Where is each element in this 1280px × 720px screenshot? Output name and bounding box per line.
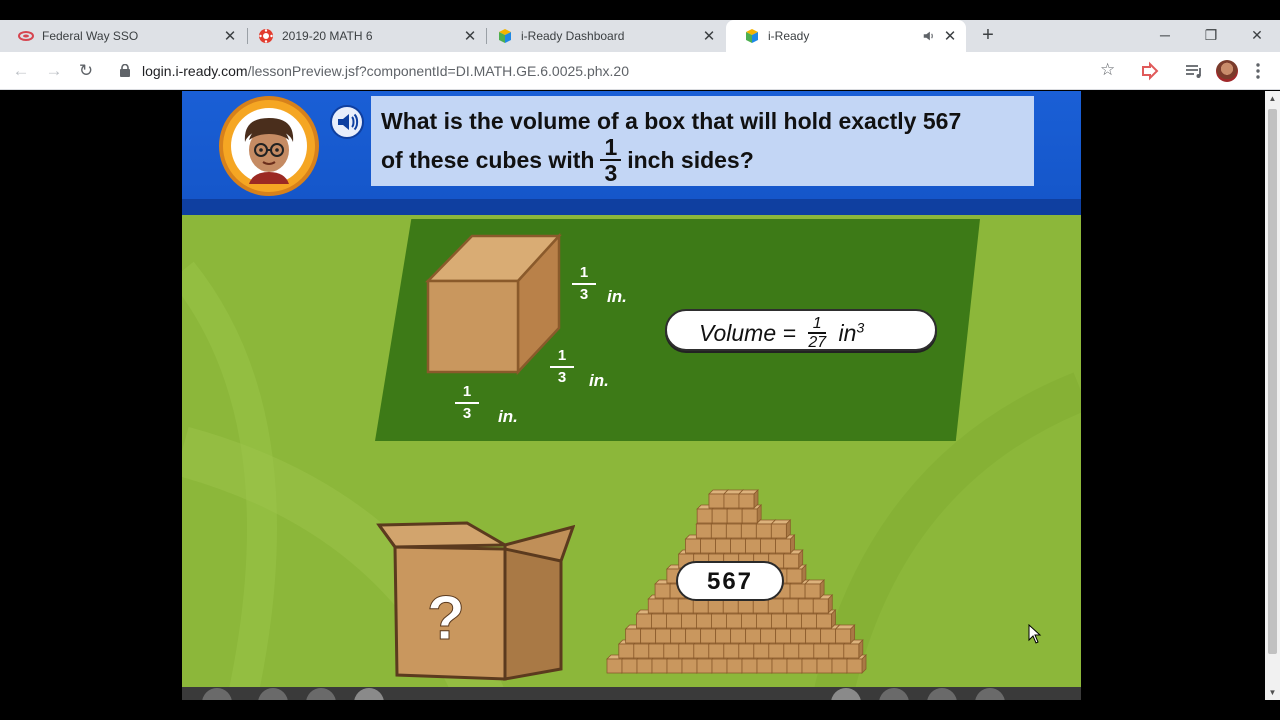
edge-unit: in. (589, 371, 609, 390)
tab-title: i-Ready Dashboard (521, 29, 625, 43)
window-close-button[interactable]: ✕ (1234, 24, 1280, 48)
fraction-denominator: 27 (808, 334, 827, 351)
url-text[interactable]: login.i-ready.com/lessonPreview.jsf?comp… (142, 63, 629, 79)
edge-fraction-width: 13 (455, 382, 479, 424)
tab-title: i-Ready (768, 29, 810, 43)
tab-close-icon[interactable]: ✕ (222, 27, 238, 45)
scroll-thumb[interactable] (1268, 109, 1277, 654)
sso-favicon-icon (18, 31, 34, 41)
fraction-numerator: 1 (455, 382, 479, 404)
tab-title: Federal Way SSO (42, 29, 139, 43)
mystery-box-illustration (376, 521, 575, 681)
fraction-numerator: 1 (600, 135, 622, 161)
small-cube (804, 579, 826, 599)
question-fraction: 13 (600, 135, 622, 186)
fraction-numerator: 1 (572, 263, 596, 285)
iready-favicon-icon (746, 29, 758, 43)
audio-replay-button[interactable] (330, 105, 364, 139)
tab-close-icon[interactable]: ✕ (942, 27, 958, 45)
fraction-numerator: 1 (550, 346, 574, 368)
question-mark: ? (427, 584, 466, 654)
question-text: inch sides? (627, 147, 754, 174)
cube-count-label: 567 (676, 561, 784, 601)
small-cube (834, 624, 856, 644)
fraction-denominator: 3 (557, 369, 567, 386)
browser-toolbar: ← → ↻ login.i-ready.com/lessonPreview.js… (0, 52, 1280, 90)
fraction-numerator: 1 (808, 315, 827, 334)
canvas-favicon-icon (259, 29, 273, 43)
url-host: login.i-ready.com (142, 63, 248, 79)
url-path: /lessonPreview.jsf?componentId=DI.MATH.G… (247, 63, 630, 79)
tab-title: 2019-20 MATH 6 (282, 29, 373, 43)
small-cube (770, 519, 792, 539)
character-avatar (219, 96, 319, 196)
menu-kebab-icon[interactable] (1247, 60, 1269, 82)
tab-audio-playing-icon[interactable] (922, 29, 936, 43)
volume-label: Volume = 1 27 in3 (665, 309, 937, 351)
tab-close-icon[interactable]: ✕ (462, 27, 478, 45)
volume-fraction: 1 27 (808, 315, 827, 351)
address-bar[interactable]: login.i-ready.com/lessonPreview.jsf?comp… (108, 57, 1130, 85)
reload-button[interactable]: ↻ (75, 60, 97, 82)
scroll-down-arrow-icon[interactable]: ▼ (1265, 685, 1280, 700)
screen: Federal Way SSO ✕ 2019-20 MATH 6 ✕ i-Rea… (0, 0, 1280, 720)
student-character-icon (244, 118, 294, 184)
volume-prefix: Volume = (699, 320, 796, 347)
lesson-player: What is the volume of a box that will ho… (182, 91, 1081, 700)
media-control-icon[interactable] (1183, 60, 1205, 82)
character-portrait (231, 108, 307, 184)
tab-iready-dashboard[interactable]: i-Ready Dashboard ✕ (479, 20, 725, 52)
scroll-up-arrow-icon[interactable]: ▲ (1265, 91, 1280, 106)
speaker-icon (338, 113, 359, 131)
tab-2019-20-math-6[interactable]: 2019-20 MATH 6 ✕ (240, 20, 486, 52)
tab-close-icon[interactable]: ✕ (701, 27, 717, 45)
question-line-2: of these cubes with 1 3 inch sides? (381, 135, 1024, 187)
question-text: of these cubes with (381, 147, 595, 174)
new-tab-button[interactable]: + (976, 24, 1000, 48)
tab-iready[interactable]: i-Ready ✕ (726, 20, 966, 52)
question-line-1: What is the volume of a box that will ho… (381, 108, 962, 134)
fraction-denominator: 3 (604, 160, 618, 186)
vertical-scrollbar[interactable]: ▲ ▼ (1265, 91, 1280, 700)
question-box: What is the volume of a box that will ho… (371, 96, 1034, 186)
tab-strip: Federal Way SSO ✕ 2019-20 MATH 6 ✕ i-Rea… (0, 20, 1280, 52)
banner-edge (182, 199, 1081, 215)
volume-exponent: 3 (856, 319, 865, 336)
fraction-denominator: 3 (462, 405, 472, 422)
extension-arrow-icon[interactable] (1139, 60, 1161, 82)
restore-button[interactable]: ❐ (1188, 24, 1234, 48)
lock-icon (120, 64, 130, 77)
volume-formula: Volume = 1 27 in3 (699, 315, 865, 353)
minimize-button[interactable]: ─ (1142, 24, 1188, 48)
tab-federal-way-sso[interactable]: Federal Way SSO ✕ (0, 20, 246, 52)
iready-favicon-icon (499, 29, 511, 43)
player-controls-edge (182, 687, 1081, 700)
forward-button[interactable]: → (43, 60, 65, 82)
back-button[interactable]: ← (10, 60, 32, 82)
volume-unit: in (838, 320, 857, 347)
fraction-denominator: 3 (579, 286, 589, 303)
edge-fraction-height: 13 (572, 263, 596, 305)
edge-unit: in. (607, 287, 627, 306)
edge-fraction-depth: 13 (550, 346, 574, 388)
edge-unit: in. (498, 407, 518, 426)
mouse-pointer-icon (1028, 624, 1042, 644)
cube-count: 567 (706, 568, 754, 595)
bookmark-star-icon[interactable]: ☆ (1100, 60, 1115, 80)
unit-cube-illustration (425, 232, 562, 376)
small-cube (737, 489, 759, 509)
profile-avatar[interactable] (1216, 60, 1238, 82)
